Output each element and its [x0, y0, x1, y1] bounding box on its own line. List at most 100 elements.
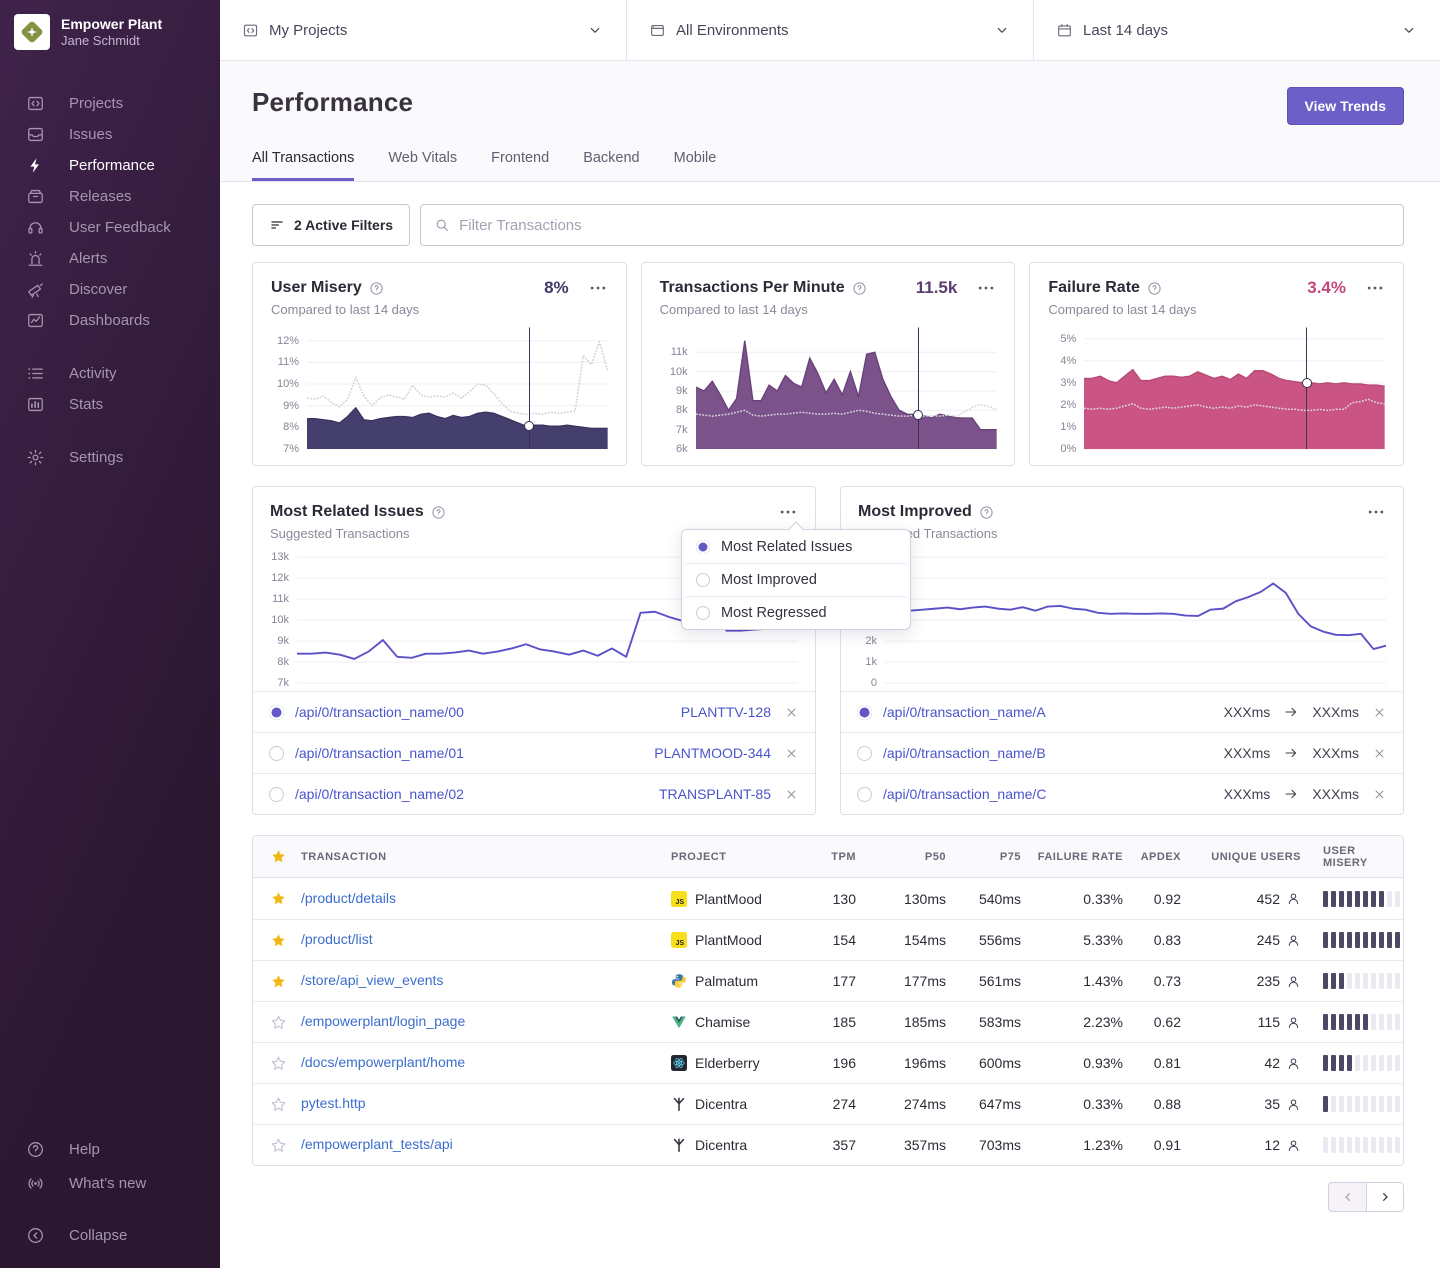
tab-frontend[interactable]: Frontend — [491, 150, 549, 181]
search-input[interactable] — [459, 217, 1390, 234]
sidebar-item-settings[interactable]: Settings — [0, 442, 220, 473]
radio-button[interactable] — [857, 705, 872, 720]
star-outline-icon[interactable] — [270, 1096, 301, 1113]
sidebar-item-dashboards[interactable]: Dashboards — [0, 305, 220, 336]
star-filled-icon[interactable] — [270, 890, 301, 907]
transaction-link[interactable]: /empowerplant/login_page — [301, 1013, 465, 1029]
transaction-link[interactable]: pytest.http — [301, 1095, 366, 1111]
org-switcher[interactable]: Empower Plant Jane Schmidt — [0, 0, 220, 64]
overflow-menu-icon[interactable] — [778, 502, 798, 522]
radio-button[interactable] — [269, 705, 284, 720]
column-header-p75[interactable]: P75 — [946, 851, 1021, 863]
transaction-link[interactable]: /empowerplant_tests/api — [301, 1136, 453, 1152]
close-icon[interactable] — [784, 746, 799, 761]
sidebar-item-performance[interactable]: Performance — [0, 150, 220, 181]
radio-button[interactable] — [269, 787, 284, 802]
sidebar-item-whats-new[interactable]: What’s new — [0, 1166, 220, 1200]
tab-backend[interactable]: Backend — [583, 150, 639, 181]
whats-new-icon — [26, 1174, 45, 1193]
sidebar-item-help[interactable]: Help — [0, 1132, 220, 1166]
y-tick-label: 9k — [277, 635, 289, 647]
pagination-next-button[interactable] — [1366, 1182, 1404, 1212]
sidebar-item-activity[interactable]: Activity — [0, 358, 220, 389]
transaction-link[interactable]: /api/0/transaction_name/B — [883, 745, 1046, 761]
y-tick-label: 11k — [671, 346, 688, 358]
star-outline-icon[interactable] — [270, 1014, 301, 1031]
column-header-p50[interactable]: P50 — [856, 851, 946, 863]
column-header-apdex[interactable]: APDEX — [1123, 851, 1181, 863]
sidebar-item-projects[interactable]: Projects — [0, 88, 220, 119]
menu-item-most-regressed[interactable]: Most Regressed — [682, 596, 910, 629]
transaction-link[interactable]: /api/0/transaction_name/01 — [295, 745, 464, 761]
misery-bar-segment — [1395, 1096, 1400, 1112]
menu-item-most-related-issues[interactable]: Most Related Issues — [682, 530, 910, 563]
transaction-link[interactable]: /api/0/transaction_name/C — [883, 786, 1046, 802]
close-icon[interactable] — [1372, 746, 1387, 761]
tab-mobile[interactable]: Mobile — [674, 150, 717, 181]
p50-value: 274ms — [856, 1096, 946, 1112]
failure-rate-value: 0.93% — [1021, 1055, 1123, 1071]
topbar-filter-environment[interactable]: All Environments — [626, 0, 1033, 60]
radio-button[interactable] — [857, 746, 872, 761]
sidebar-item-label: Dashboards — [69, 312, 150, 329]
pagination-prev-button[interactable] — [1328, 1182, 1366, 1212]
transaction-link[interactable]: /api/0/transaction_name/00 — [295, 704, 464, 720]
overflow-menu-icon[interactable] — [588, 278, 608, 298]
transaction-link[interactable]: /api/0/transaction_name/02 — [295, 786, 464, 802]
star-filled-icon[interactable] — [270, 973, 301, 990]
topbar: My ProjectsAll EnvironmentsLast 14 days — [220, 0, 1440, 61]
apdex-value: 0.88 — [1123, 1096, 1181, 1112]
transaction-link[interactable]: /docs/empowerplant/home — [301, 1054, 465, 1070]
topbar-filter-project[interactable]: My Projects — [220, 0, 626, 60]
topbar-filter-date[interactable]: Last 14 days — [1033, 0, 1440, 60]
overflow-menu-icon[interactable] — [976, 278, 996, 298]
sidebar-item-alerts[interactable]: Alerts — [0, 243, 220, 274]
column-header-user-misery[interactable]: USER MISERY — [1301, 845, 1403, 869]
sidebar-nav-group: ProjectsIssuesPerformanceReleasesUser Fe… — [0, 88, 220, 336]
column-header-tpm[interactable]: TPM — [801, 851, 856, 863]
user-misery-bar — [1323, 932, 1403, 948]
issue-link[interactable]: PLANTMOOD-344 — [654, 745, 771, 761]
close-icon[interactable] — [784, 705, 799, 720]
close-icon[interactable] — [1372, 787, 1387, 802]
sidebar-item-collapse[interactable]: Collapse — [0, 1218, 220, 1252]
issue-link[interactable]: PLANTTV-128 — [681, 704, 771, 720]
radio-button[interactable] — [269, 746, 284, 761]
column-header-transaction[interactable]: TRANSACTION — [301, 851, 671, 863]
star-outline-icon[interactable] — [270, 1137, 301, 1154]
user-icon — [1286, 1056, 1301, 1071]
project-cell: Elderberry — [671, 1055, 801, 1071]
tab-web-vitals[interactable]: Web Vitals — [388, 150, 457, 181]
menu-item-most-improved[interactable]: Most Improved — [682, 563, 910, 596]
sidebar-item-issues[interactable]: Issues — [0, 119, 220, 150]
transaction-link[interactable]: /product/list — [301, 931, 373, 947]
overflow-menu-icon[interactable] — [1365, 278, 1385, 298]
sidebar-item-stats[interactable]: Stats — [0, 389, 220, 420]
overflow-menu-icon[interactable] — [1366, 502, 1386, 522]
column-header-failure-rate[interactable]: FAILURE RATE — [1021, 851, 1123, 863]
transaction-link[interactable]: /product/details — [301, 890, 396, 906]
close-icon[interactable] — [784, 787, 799, 802]
view-trends-button[interactable]: View Trends — [1287, 87, 1404, 125]
star-outline-icon[interactable] — [270, 1055, 301, 1072]
y-tick-label: 7k — [277, 677, 289, 689]
sidebar-item-discover[interactable]: Discover — [0, 274, 220, 305]
transaction-link[interactable]: /api/0/transaction_name/A — [883, 704, 1046, 720]
unique-users-value: 12 — [1264, 1137, 1280, 1153]
sidebar-item-user-feedback[interactable]: User Feedback — [0, 212, 220, 243]
close-icon[interactable] — [1372, 705, 1387, 720]
help-tooltip-icon — [852, 281, 867, 296]
sidebar-item-releases[interactable]: Releases — [0, 181, 220, 212]
issue-link[interactable]: TRANSPLANT-85 — [659, 786, 771, 802]
column-header-project[interactable]: PROJECT — [671, 851, 801, 863]
performance-icon — [26, 156, 45, 175]
radio-button[interactable] — [857, 787, 872, 802]
transaction-link[interactable]: /store/api_view_events — [301, 972, 443, 988]
tab-all-transactions[interactable]: All Transactions — [252, 150, 354, 181]
p50-value: 177ms — [856, 973, 946, 989]
star-filled-icon[interactable] — [270, 932, 301, 949]
active-filters-button[interactable]: 2 Active Filters — [252, 204, 410, 246]
y-tick-label: 9% — [283, 400, 299, 412]
misery-bar-segment — [1363, 891, 1368, 907]
column-header-unique-users[interactable]: UNIQUE USERS — [1181, 851, 1301, 863]
